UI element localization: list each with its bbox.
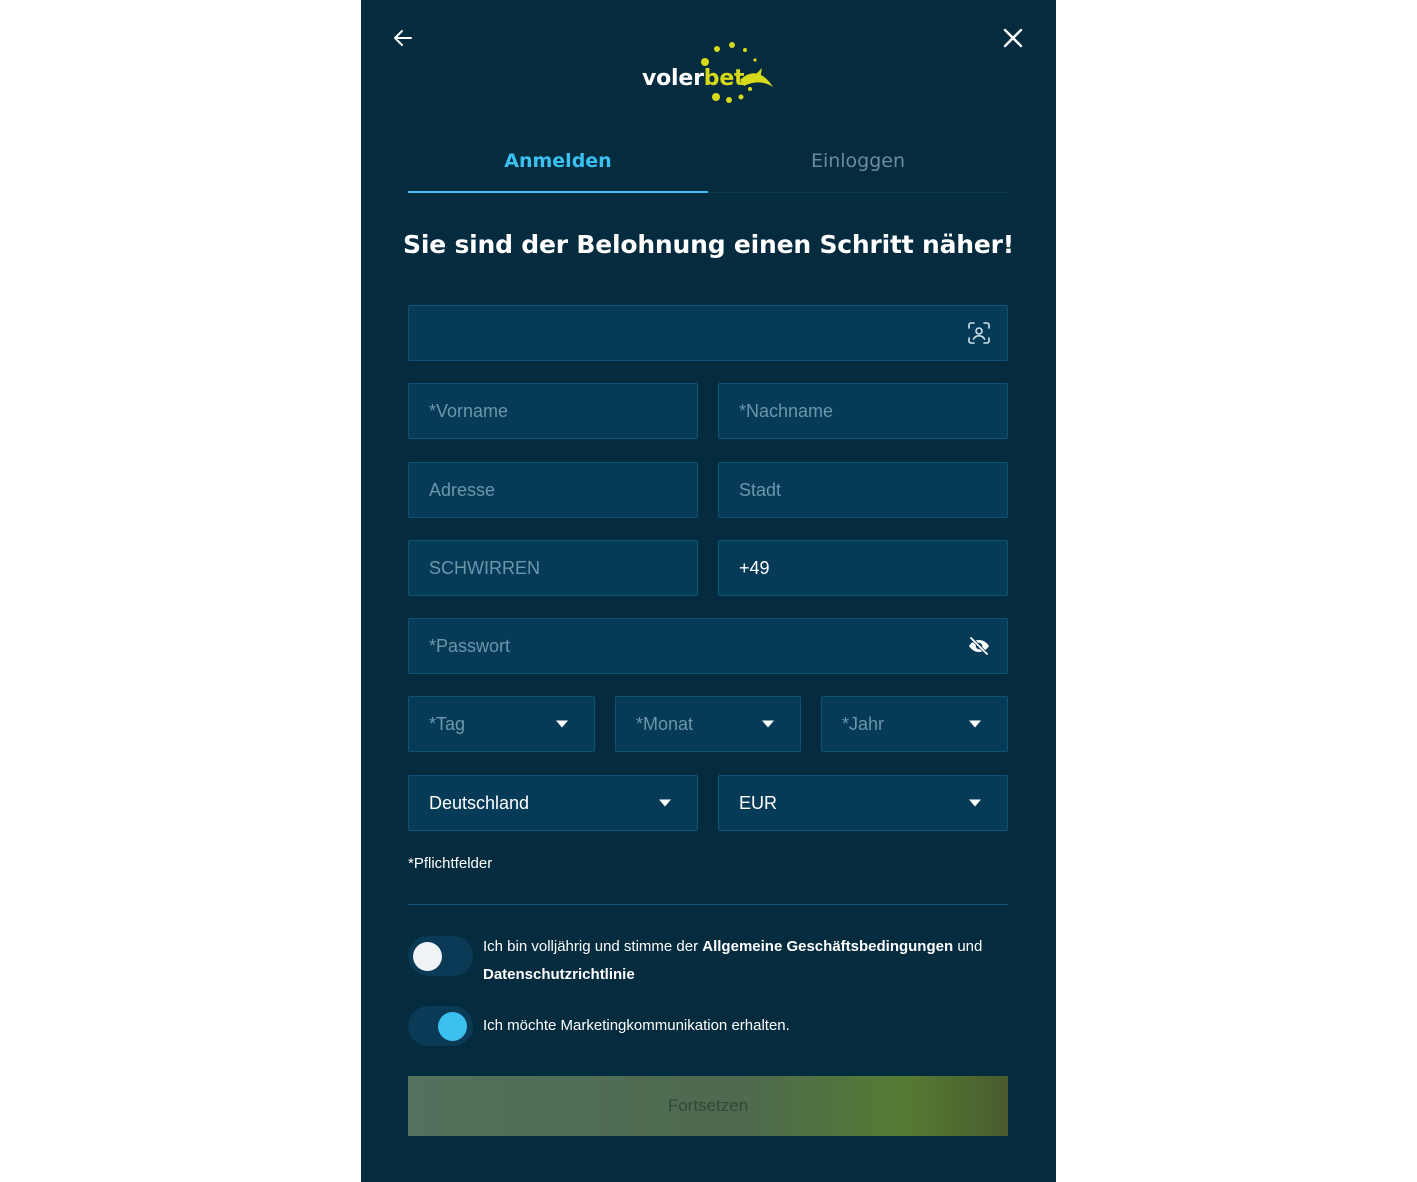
marketing-label: Ich möchte Marketingkommunikation erhalt…: [483, 1017, 790, 1034]
first-name-placeholder: *Vorname: [429, 400, 509, 421]
back-button[interactable]: [386, 21, 420, 55]
phone-value: +49: [739, 557, 770, 578]
close-button[interactable]: [996, 21, 1030, 55]
volerbet-logo: volerbet: [640, 40, 780, 106]
address-field[interactable]: Adresse: [408, 462, 698, 518]
logo-wordmark: volerbet: [642, 66, 745, 91]
birth-month-select[interactable]: *Monat: [615, 696, 801, 752]
email-field[interactable]: [408, 305, 1008, 361]
chevron-down-icon: [969, 720, 981, 728]
tab-anmelden[interactable]: Anmelden: [408, 130, 708, 193]
birth-day-select[interactable]: *Tag: [408, 696, 595, 752]
chevron-down-icon: [969, 799, 981, 807]
password-placeholder: *Passwort: [429, 635, 511, 656]
currency-value: EUR: [739, 792, 778, 813]
promo-code-placeholder: SCHWIRREN: [429, 557, 540, 578]
page-title: Sie sind der Belohnung einen Schritt näh…: [403, 230, 1014, 259]
promo-code-field[interactable]: SCHWIRREN: [408, 540, 698, 596]
marketing-toggle[interactable]: [408, 1006, 473, 1046]
chevron-down-icon: [659, 799, 671, 807]
city-field[interactable]: Stadt: [718, 462, 1008, 518]
privacy-policy-link[interactable]: Datenschutzrichtlinie: [483, 966, 635, 983]
password-field[interactable]: *Passwort: [408, 618, 1008, 674]
chevron-down-icon: [556, 720, 568, 728]
registration-modal: volerbet Anmelden Einloggen Sie sind der…: [361, 0, 1056, 1182]
address-placeholder: Adresse: [429, 479, 496, 500]
birth-year-select[interactable]: *Jahr: [821, 696, 1008, 752]
continue-button[interactable]: Fortsetzen: [408, 1076, 1008, 1136]
age-terms-toggle[interactable]: [408, 936, 473, 976]
country-select[interactable]: Deutschland: [408, 775, 698, 831]
eye-off-icon[interactable]: [967, 634, 991, 658]
phone-field[interactable]: +49: [718, 540, 1008, 596]
close-icon: [1003, 28, 1023, 48]
required-fields-note: *Pflichtfelder: [408, 855, 493, 872]
birth-month-placeholder: *Monat: [636, 713, 694, 734]
country-value: Deutschland: [429, 792, 530, 813]
toggle-knob: [413, 942, 442, 971]
arrow-left-icon: [394, 30, 412, 46]
birth-year-placeholder: *Jahr: [842, 713, 885, 734]
chevron-down-icon: [762, 720, 774, 728]
face-scan-icon[interactable]: [967, 321, 991, 345]
tab-einloggen[interactable]: Einloggen: [708, 130, 1008, 193]
terms-link[interactable]: Allgemeine Geschäftsbedingungen: [702, 938, 953, 955]
city-placeholder: Stadt: [739, 479, 782, 500]
toggle-knob: [438, 1012, 467, 1041]
birth-day-placeholder: *Tag: [429, 713, 466, 734]
age-terms-label: Ich bin volljährig und stimme der Allgem…: [483, 938, 983, 983]
divider: [408, 904, 1008, 905]
first-name-field[interactable]: *Vorname: [408, 383, 698, 439]
auth-tabs: Anmelden Einloggen: [408, 130, 1008, 193]
currency-select[interactable]: EUR: [718, 775, 1008, 831]
last-name-field[interactable]: *Nachname: [718, 383, 1008, 439]
last-name-placeholder: *Nachname: [739, 400, 834, 421]
